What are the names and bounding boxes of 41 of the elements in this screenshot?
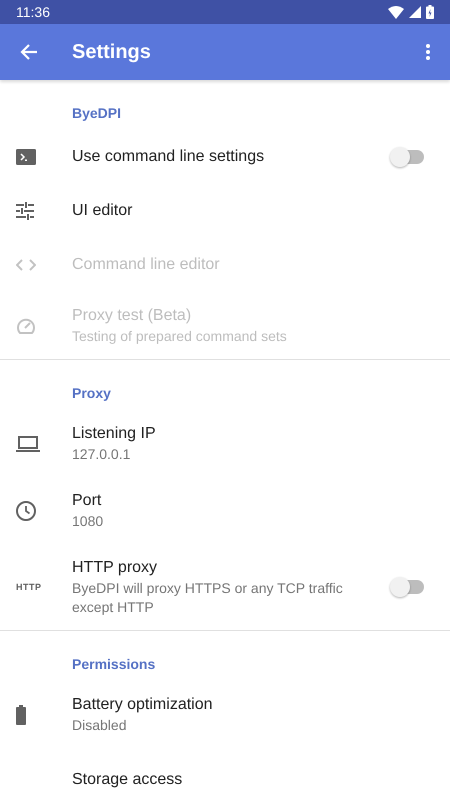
battery-icon [16,704,26,724]
item-title: HTTP proxy [72,558,158,578]
clock-icon [16,500,36,520]
item-title: Battery optimization [72,695,214,715]
item-title: Port [72,491,102,511]
item-title: Storage access [72,770,184,790]
toggle-switch[interactable] [390,576,426,598]
more-options-icon[interactable] [426,44,430,60]
back-arrow-icon[interactable] [20,43,38,61]
settings-item[interactable]: Port 1080 [0,477,450,544]
item-summary: 1080 [72,512,104,531]
code-icon [16,259,36,271]
settings-item[interactable]: Listening IP 127.0.0.1 [0,410,450,477]
toggle-switch[interactable] [390,146,426,168]
item-summary: Testing of prepared command sets [72,327,288,346]
item-title: UI editor [72,201,134,221]
settings-item[interactable]: UI editor [0,184,450,238]
item-title: Command line editor [72,255,221,275]
wifi-icon [388,6,404,18]
gauge-icon [16,316,36,334]
item-summary: Disabled [72,716,128,735]
http-icon: HTTP [16,582,42,592]
item-summary: ByeDPI will proxy HTTPS or any TCP traffic except HTTP [72,579,344,617]
section-header: ByeDPI [72,105,122,121]
laptop-icon [16,436,40,452]
sliders-icon [16,202,34,220]
screen-title: Settings [72,40,152,64]
battery-charging-icon [426,5,434,19]
signal-icon [409,6,421,18]
settings-item[interactable]: Storage access [0,748,450,800]
section-header: Proxy [72,385,111,401]
item-summary: 127.0.0.1 [72,445,132,464]
section-header: Permissions [72,656,156,672]
settings-item[interactable]: Use command line settings [0,130,450,184]
terminal-icon [16,149,36,165]
item-title: Use command line settings [72,147,266,167]
item-title: Proxy test (Beta) [72,306,192,326]
status-time: 11:36 [16,4,50,20]
settings-item[interactable]: Battery optimization Disabled [0,681,450,748]
settings-item[interactable]: HTTP HTTP proxy ByeDPI will proxy HTTPS or any TCP traffic except HTTP [0,544,450,630]
item-title: Listening IP [72,424,157,444]
